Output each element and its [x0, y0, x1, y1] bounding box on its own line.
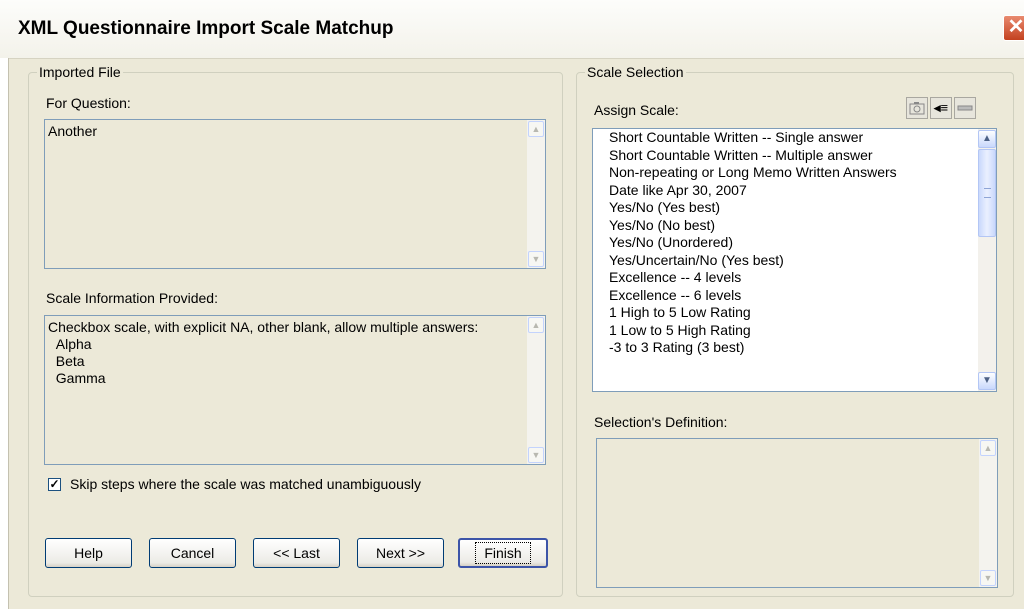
- scale-list-item[interactable]: Short Countable Written -- Single answer: [593, 129, 978, 147]
- chevron-down-icon[interactable]: ▼: [978, 372, 996, 390]
- scale-info-text: Checkbox scale, with explicit NA, other …: [48, 319, 479, 386]
- scale-listbox[interactable]: Short Countable Written -- Single answer…: [592, 128, 997, 392]
- scale-info-scrollbar[interactable]: ▲ ▼: [527, 316, 545, 464]
- scale-info-textbox[interactable]: Checkbox scale, with explicit NA, other …: [44, 315, 546, 465]
- scale-list-item[interactable]: Date like Apr 30, 2007: [593, 182, 978, 200]
- title-bar: XML Questionnaire Import Scale Matchup ✕: [0, 0, 1024, 59]
- close-button[interactable]: ✕: [1003, 15, 1024, 41]
- for-question-label: For Question:: [46, 95, 131, 111]
- scale-list-item[interactable]: Excellence -- 6 levels: [593, 287, 978, 305]
- help-button[interactable]: Help: [45, 538, 132, 568]
- scroll-up-icon[interactable]: ▲: [528, 121, 544, 137]
- window-edge: [0, 58, 9, 609]
- question-text: Another: [48, 123, 98, 139]
- scale-list-item[interactable]: Excellence -- 4 levels: [593, 269, 978, 287]
- scale-list-item[interactable]: Short Countable Written -- Multiple answ…: [593, 147, 978, 165]
- cancel-button[interactable]: Cancel: [149, 538, 236, 568]
- skip-steps-checkbox[interactable]: ✓: [48, 478, 61, 491]
- chevron-up-icon[interactable]: ▲: [978, 130, 996, 148]
- scale-info-label: Scale Information Provided:: [46, 290, 218, 306]
- scale-list-item[interactable]: Yes/No (Yes best): [593, 199, 978, 217]
- scale-list-item[interactable]: 1 High to 5 Low Rating: [593, 304, 978, 322]
- scale-list-item[interactable]: Non-repeating or Long Memo Written Answe…: [593, 164, 978, 182]
- imported-file-legend: Imported File: [37, 64, 123, 80]
- window-title: XML Questionnaire Import Scale Matchup: [18, 18, 394, 39]
- question-scrollbar[interactable]: ▲ ▼: [527, 120, 545, 268]
- scale-list-item[interactable]: Yes/Uncertain/No (Yes best): [593, 252, 978, 270]
- finish-button[interactable]: Finish: [458, 538, 548, 568]
- scale-list: Short Countable Written -- Single answer…: [593, 129, 978, 357]
- scale-list-scrollbar[interactable]: ▲ ▼: [978, 129, 996, 391]
- scale-selection-legend: Scale Selection: [585, 64, 686, 80]
- scroll-down-icon[interactable]: ▼: [980, 570, 996, 586]
- skip-steps-label: Skip steps where the scale was matched u…: [70, 476, 421, 492]
- scale-list-item[interactable]: -3 to 3 Rating (3 best): [593, 339, 978, 357]
- tag-icon[interactable]: ◂≡: [930, 97, 952, 119]
- definition-textbox[interactable]: ▲ ▼: [596, 438, 998, 588]
- finish-label: Finish: [475, 542, 531, 564]
- assign-scale-label: Assign Scale:: [594, 102, 679, 118]
- scale-list-item[interactable]: 1 Low to 5 High Rating: [593, 322, 978, 340]
- last-button[interactable]: << Last: [253, 538, 340, 568]
- definition-label: Selection's Definition:: [594, 414, 728, 430]
- camera-icon[interactable]: [906, 97, 928, 119]
- scroll-down-icon[interactable]: ▼: [528, 447, 544, 463]
- minus-icon[interactable]: [954, 97, 976, 119]
- scroll-up-icon[interactable]: ▲: [528, 317, 544, 333]
- scroll-up-icon[interactable]: ▲: [980, 440, 996, 456]
- scrollbar-thumb[interactable]: [978, 149, 996, 237]
- question-textbox[interactable]: Another ▲ ▼: [44, 119, 546, 269]
- scale-list-item[interactable]: Yes/No (No best): [593, 217, 978, 235]
- definition-scrollbar[interactable]: ▲ ▼: [979, 439, 997, 587]
- next-button[interactable]: Next >>: [357, 538, 444, 568]
- scroll-down-icon[interactable]: ▼: [528, 251, 544, 267]
- scale-list-item[interactable]: Yes/No (Unordered): [593, 234, 978, 252]
